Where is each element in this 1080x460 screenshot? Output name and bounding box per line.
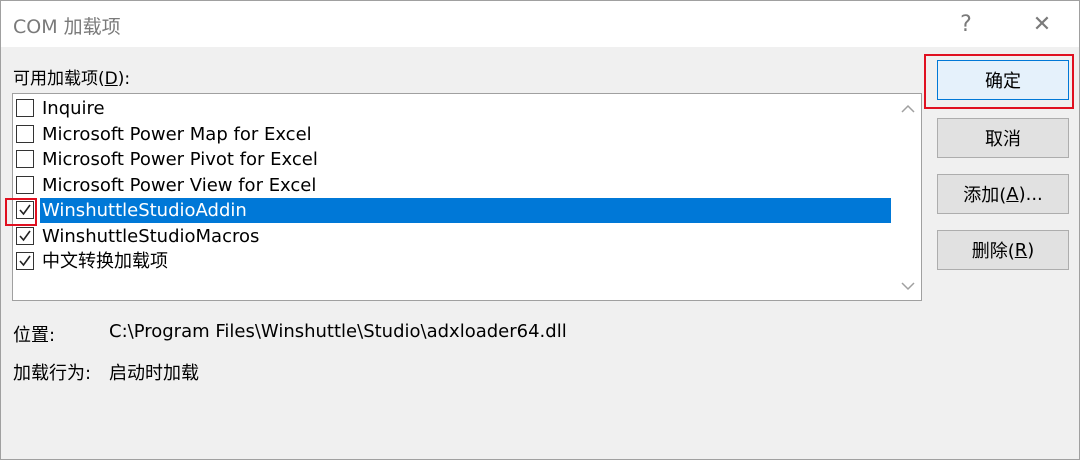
addin-checkbox[interactable]: [16, 226, 34, 245]
label-suffix: ):: [117, 69, 131, 89]
list-item[interactable]: Microsoft Power View for Excel: [13, 173, 891, 198]
ok-highlight-box: [924, 54, 1074, 109]
help-icon[interactable]: ?: [943, 9, 989, 39]
list-item[interactable]: Microsoft Power Map for Excel: [13, 122, 891, 147]
cancel-button[interactable]: 取消: [937, 118, 1069, 158]
available-addins-label: 可用加载项(D):: [13, 64, 130, 89]
add-prefix: 添加(: [963, 185, 1007, 206]
close-icon[interactable]: ✕: [1019, 9, 1065, 39]
addin-label: WinshuttleStudioAddin: [42, 200, 247, 221]
addin-label: WinshuttleStudioMacros: [42, 225, 260, 247]
addin-checkbox[interactable]: [16, 175, 34, 194]
list-item[interactable]: Microsoft Power Pivot for Excel: [13, 147, 891, 172]
com-addins-dialog: COM 加载项 ? ✕ 可用加载项(D): Inquire Microsoft P…: [0, 0, 1080, 460]
location-value: C:\Program Files\Winshuttle\Studio\adxlo…: [109, 321, 567, 342]
dialog-title: COM 加载项: [13, 16, 121, 38]
remove-accel: R: [1014, 239, 1028, 261]
add-suffix: )...: [1018, 183, 1043, 205]
scroll-up-icon[interactable]: [895, 96, 921, 120]
addin-label: 中文转换加载项: [42, 251, 168, 272]
list-item[interactable]: WinshuttleStudioMacros: [13, 224, 891, 249]
load-behavior-label: 加载行为:: [13, 363, 92, 384]
remove-prefix: 删除(: [971, 241, 1015, 262]
addins-listbox[interactable]: Inquire Microsoft Power Map for Excel Micr…: [12, 93, 922, 301]
remove-button[interactable]: 删除(R): [937, 230, 1069, 270]
title-bar: COM 加载项 ? ✕: [1, 1, 1079, 47]
addin-label: Microsoft Power View for Excel: [42, 174, 317, 196]
addin-label: Inquire: [42, 98, 105, 119]
list-item[interactable]: 中文转换加载项: [13, 249, 891, 274]
checkbox-highlight-box: [5, 198, 37, 226]
addin-checkbox[interactable]: [16, 99, 34, 117]
addin-label: Microsoft Power Map for Excel: [42, 123, 312, 145]
checkmark-icon: [19, 255, 31, 267]
label-accel: D: [104, 69, 118, 89]
list-item[interactable]: Inquire: [13, 96, 891, 121]
addin-checkbox[interactable]: [16, 150, 34, 168]
location-label: 位置:: [13, 325, 56, 346]
scroll-down-icon[interactable]: [895, 274, 921, 298]
remove-suffix: ): [1027, 239, 1035, 261]
label-prefix: 可用加载项(: [13, 69, 105, 89]
addin-checkbox[interactable]: [16, 124, 34, 143]
list-item[interactable]: WinshuttleStudioAddin: [13, 198, 891, 223]
load-behavior-value: 启动时加载: [109, 363, 199, 384]
add-button[interactable]: 添加(A)...: [937, 174, 1069, 214]
vertical-scrollbar[interactable]: [895, 94, 921, 300]
checkmark-icon: [19, 230, 31, 241]
add-accel: A: [1006, 183, 1019, 205]
addin-checkbox[interactable]: [16, 252, 34, 270]
addin-label: Microsoft Power Pivot for Excel: [42, 149, 318, 170]
